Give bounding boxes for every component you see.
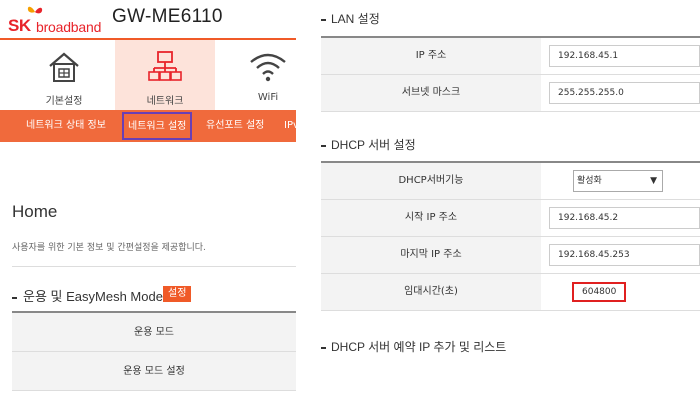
table-row: IP 주소 192.168.45.1 xyxy=(321,38,700,75)
dhcp-reserve-section-title: DHCP 서버 예약 IP 추가 및 리스트 xyxy=(321,338,506,355)
lan-ip-label: IP 주소 xyxy=(321,38,541,74)
network-subnav: 네트워크 상태 정보 네트워크 설정 유선포트 설정 IPv xyxy=(0,110,296,142)
lease-time-input[interactable]: 604800 xyxy=(572,282,626,302)
subnav-wired-port-settings[interactable]: 유선포트 설정 xyxy=(206,110,264,142)
mode-row-operation-mode: 운용 모드 xyxy=(12,313,296,352)
lan-ip-input[interactable]: 192.168.45.1 xyxy=(549,45,700,67)
start-ip-label: 시작 IP 주소 xyxy=(321,200,541,236)
logo-broadband-text: broadband xyxy=(36,19,102,35)
lan-settings-table: IP 주소 192.168.45.1 서브넷 마스크 255.255.255.0 xyxy=(321,36,700,112)
nav-basic-settings[interactable]: 기본설정 xyxy=(14,40,114,110)
bullet-icon xyxy=(12,296,17,299)
mode-table: 운용 모드 운용 모드 설정 xyxy=(12,311,296,391)
sk-broadband-logo[interactable]: SK broadband xyxy=(8,4,108,40)
page-description: 사용자를 위한 기본 정보 및 간편설정을 제공합니다. xyxy=(12,243,206,253)
table-row: 서브넷 마스크 255.255.255.0 xyxy=(321,75,700,112)
bullet-icon xyxy=(321,18,326,21)
subnav-network-status[interactable]: 네트워크 상태 정보 xyxy=(26,110,106,142)
start-ip-input[interactable]: 192.168.45.2 xyxy=(549,207,700,229)
bullet-icon xyxy=(321,144,326,147)
end-ip-label: 마지막 IP 주소 xyxy=(321,237,541,273)
subnet-mask-input[interactable]: 255.255.255.0 xyxy=(549,82,700,104)
dhcp-settings-table: DHCP서버기능 활성화 ▼ 시작 IP 주소 192.168.45.2 마지막… xyxy=(321,161,700,311)
chevron-down-icon: ▼ xyxy=(650,176,657,186)
device-model-title: GW-ME6110 xyxy=(112,6,223,27)
table-row: 마지막 IP 주소 192.168.45.253 xyxy=(321,237,700,274)
table-row: DHCP서버기능 활성화 ▼ xyxy=(321,163,700,200)
subnet-mask-label: 서브넷 마스크 xyxy=(321,75,541,111)
dhcp-server-select[interactable]: 활성화 ▼ xyxy=(573,170,663,192)
home-icon xyxy=(49,52,79,82)
subnav-ipv[interactable]: IPv xyxy=(284,110,296,142)
logo-sk-text: SK xyxy=(8,16,31,35)
mode-section-title-text: 운용 및 EasyMesh Mode xyxy=(23,289,163,304)
divider xyxy=(12,266,296,267)
left-panel: SK broadband GW-ME6110 기본설정 네트워크 WiFi 네트… xyxy=(0,0,296,406)
lan-section-title-text: LAN 설정 xyxy=(331,12,380,26)
dhcp-server-select-value: 활성화 xyxy=(577,176,602,186)
nav-network-label: 네트워크 xyxy=(146,96,184,107)
lease-time-label: 임대시간(초) xyxy=(321,274,541,310)
table-row: 시작 IP 주소 192.168.45.2 xyxy=(321,200,700,237)
dhcp-section-title: DHCP 서버 설정 xyxy=(321,136,416,153)
wifi-icon xyxy=(250,53,286,82)
mode-settings-button[interactable]: 설정 xyxy=(163,286,192,302)
lan-section-title: LAN 설정 xyxy=(321,10,380,27)
end-ip-input[interactable]: 192.168.45.253 xyxy=(549,244,700,266)
page-title: Home xyxy=(12,202,58,221)
subnav-network-settings[interactable]: 네트워크 설정 xyxy=(122,112,193,140)
nav-network[interactable]: 네트워크 xyxy=(115,40,215,110)
nav-basic-settings-label: 기본설정 xyxy=(45,96,83,107)
network-icon xyxy=(148,51,182,81)
dhcp-server-label: DHCP서버기능 xyxy=(321,163,541,199)
table-row: 임대시간(초) 604800 xyxy=(321,274,700,311)
mode-row-operation-mode-settings: 운용 모드 설정 xyxy=(12,352,296,391)
router-admin-page: SK broadband GW-ME6110 기본설정 네트워크 WiFi 네트… xyxy=(0,0,700,406)
right-panel: LAN 설정 IP 주소 192.168.45.1 서브넷 마스크 255.25… xyxy=(296,0,700,406)
bullet-icon xyxy=(321,346,326,349)
main-nav: 기본설정 네트워크 WiFi xyxy=(0,40,296,110)
mode-section-title: 운용 및 EasyMesh Mode xyxy=(12,286,163,305)
dhcp-reserve-section-title-text: DHCP 서버 예약 IP 추가 및 리스트 xyxy=(331,340,507,354)
dhcp-section-title-text: DHCP 서버 설정 xyxy=(331,138,416,152)
